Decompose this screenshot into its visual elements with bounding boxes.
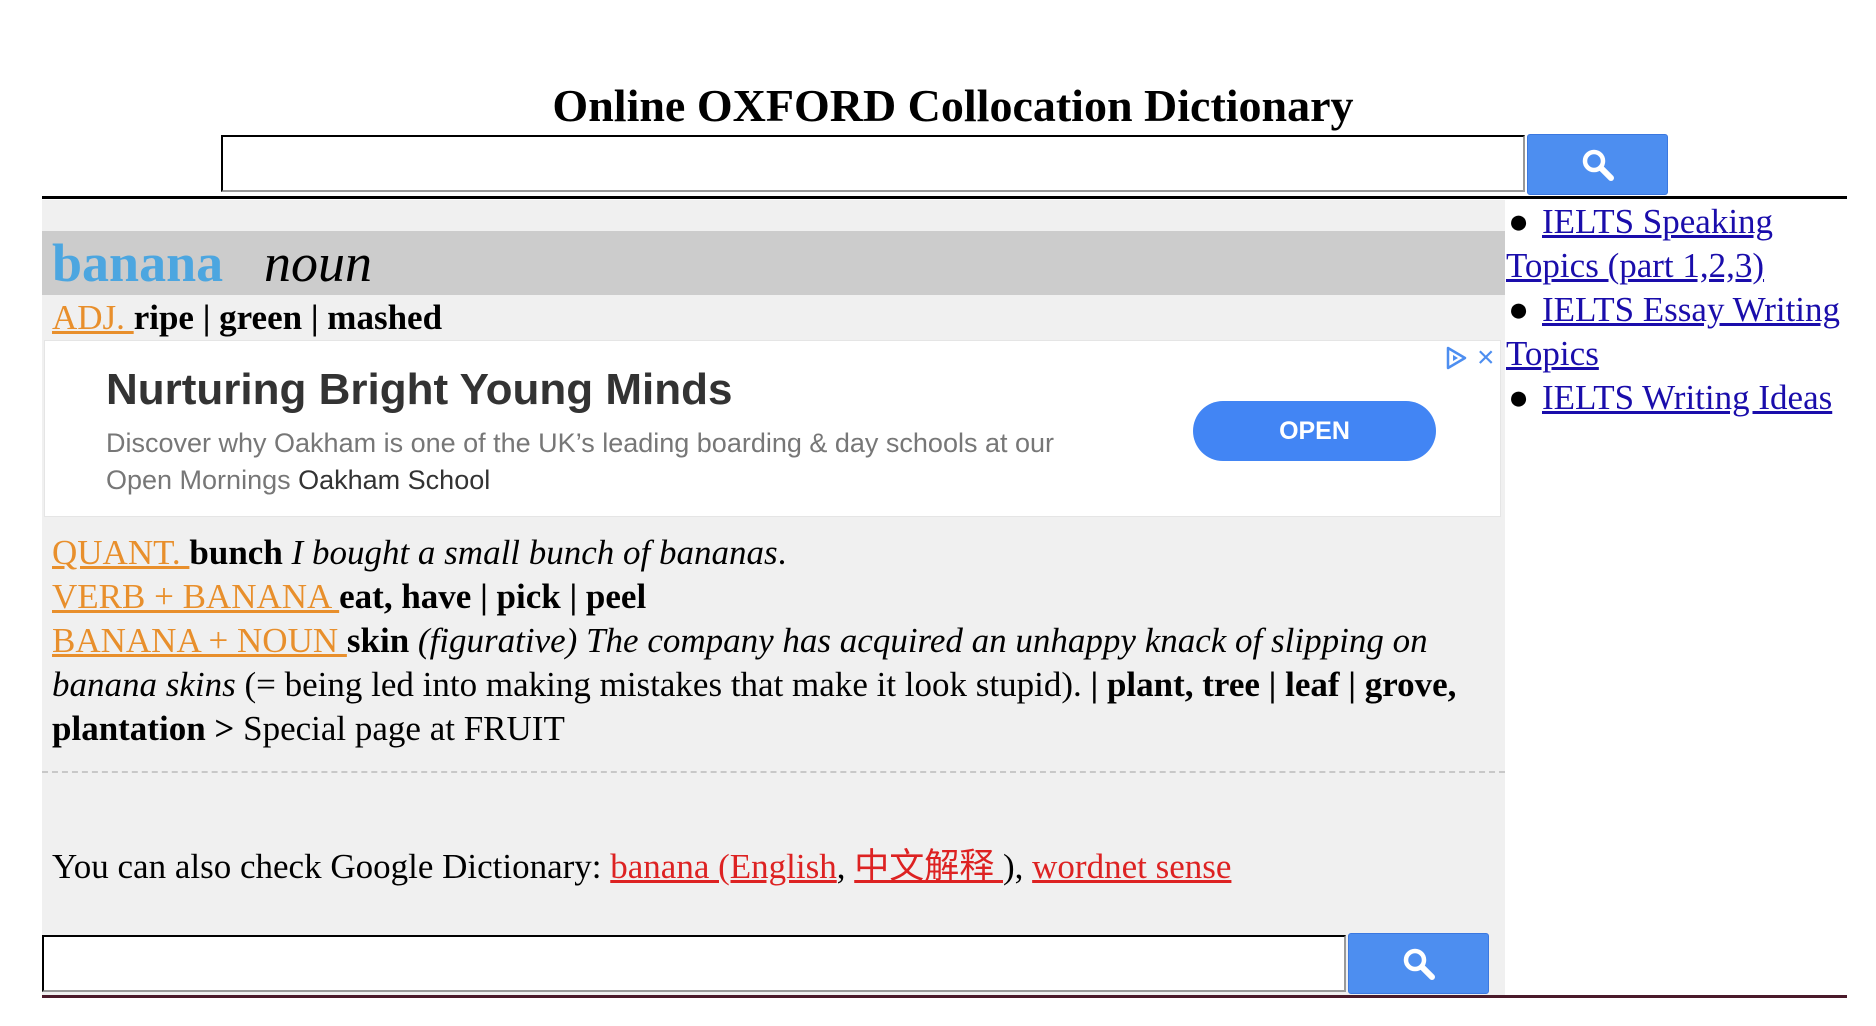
adj-collocations: ADJ. ripe | green | mashed (52, 296, 442, 340)
google-chinese-link[interactable]: 中文解释 (854, 847, 1003, 886)
ad-title[interactable]: Nurturing Bright Young Minds (106, 365, 733, 415)
adj-words: ripe | green | mashed (133, 298, 443, 337)
adj-label-link[interactable]: ADJ. (52, 298, 134, 337)
special-arrow: > (205, 709, 244, 748)
headword-bar: banana noun (42, 231, 1505, 295)
noun-example-cont: banana skins (52, 665, 236, 704)
bullet-icon: ● (1508, 378, 1530, 417)
sidebar-link-ielts-writing-ideas[interactable]: IELTS Writing Ideas (1542, 378, 1832, 417)
quant-words: bunch (189, 533, 283, 572)
search-button-top[interactable] (1527, 134, 1668, 195)
search-icon (1403, 948, 1435, 980)
verb-label-link[interactable]: VERB + BANANA (52, 577, 339, 616)
noun-label-link[interactable]: BANANA + NOUN (52, 621, 347, 660)
bottom-divider (42, 995, 1847, 998)
page-title: Online OXFORD Collocation Dictionary (552, 80, 1354, 131)
bullet-icon: ● (1508, 202, 1530, 241)
google-dictionary-line: You can also check Google Dictionary: ba… (52, 845, 1231, 889)
ad-description: Discover why Oakham is one of the UK’s l… (106, 425, 1106, 499)
ad-banner[interactable]: Nurturing Bright Young Minds Discover wh… (44, 340, 1501, 517)
google-prefix: You can also check Google Dictionary: (52, 847, 611, 886)
google-english-link[interactable]: banana (English (610, 847, 836, 886)
part-of-speech: noun (264, 233, 372, 293)
verb-words: eat, have | pick | peel (339, 577, 647, 616)
verb-collocations: VERB + BANANA eat, have | pick | peel (52, 575, 646, 619)
quant-period: . (777, 533, 787, 572)
ad-choices-icon[interactable] (1443, 345, 1469, 371)
noun-collocations: BANANA + NOUN skin (figurative) The comp… (52, 619, 1428, 663)
quant-example: I bought a small bunch of bananas (291, 533, 778, 572)
special-page-text: Special page at FRUIT (243, 709, 565, 748)
figurative-note: (figurative) (417, 621, 578, 660)
quant-label-link[interactable]: QUANT. (52, 533, 189, 572)
ad-close-icon[interactable]: × (1477, 343, 1495, 373)
ad-advertiser: Oakham School (298, 465, 491, 495)
ad-description-text: Discover why Oakham is one of the UK’s l… (106, 428, 1055, 495)
search-input-bottom[interactable] (42, 935, 1346, 992)
noun-word-skin: skin (346, 621, 410, 660)
entry-panel: banana noun ADJ. ripe | green | mashed N… (42, 200, 1505, 998)
google-close: ), (1003, 847, 1033, 886)
wordnet-link[interactable]: wordnet sense (1032, 847, 1231, 886)
bullet-icon: ● (1508, 290, 1530, 329)
ad-open-button[interactable]: OPEN (1193, 401, 1436, 461)
quant-collocations: QUANT. bunch I bought a small bunch of b… (52, 531, 786, 575)
sidebar-link-ielts-essay[interactable]: IELTS Essay Writing Topics (1506, 290, 1840, 373)
search-icon (1582, 149, 1614, 181)
noun-explanation: (= being led into making mistakes that m… (244, 665, 1082, 704)
search-button-bottom[interactable] (1348, 933, 1489, 994)
headword: banana (52, 233, 224, 293)
section-divider (42, 771, 1505, 773)
sidebar-item-ielts-writing-ideas: ● IELTS Writing Ideas (1506, 376, 1851, 420)
noun-example: The company has acquired an unhappy knac… (586, 621, 1428, 660)
google-sep: , (836, 847, 855, 886)
noun-word-plantation: plantation (52, 709, 206, 748)
noun-collocations-end: plantation > Special page at FRUIT (52, 707, 565, 751)
sidebar-item-ielts-speaking: ● IELTS Speaking Topics (part 1,2,3) (1506, 200, 1851, 288)
top-divider (42, 196, 1847, 199)
noun-collocations-cont: banana skins (= being led into making mi… (52, 663, 1456, 707)
sidebar: ● IELTS Speaking Topics (part 1,2,3) ● IEL… (1506, 200, 1851, 420)
sidebar-link-ielts-speaking[interactable]: IELTS Speaking Topics (part 1,2,3) (1506, 202, 1773, 285)
sidebar-item-ielts-essay: ● IELTS Essay Writing Topics (1506, 288, 1851, 376)
search-input-top[interactable] (221, 135, 1525, 192)
noun-words-rest: | plant, tree | leaf | grove, (1090, 665, 1457, 704)
